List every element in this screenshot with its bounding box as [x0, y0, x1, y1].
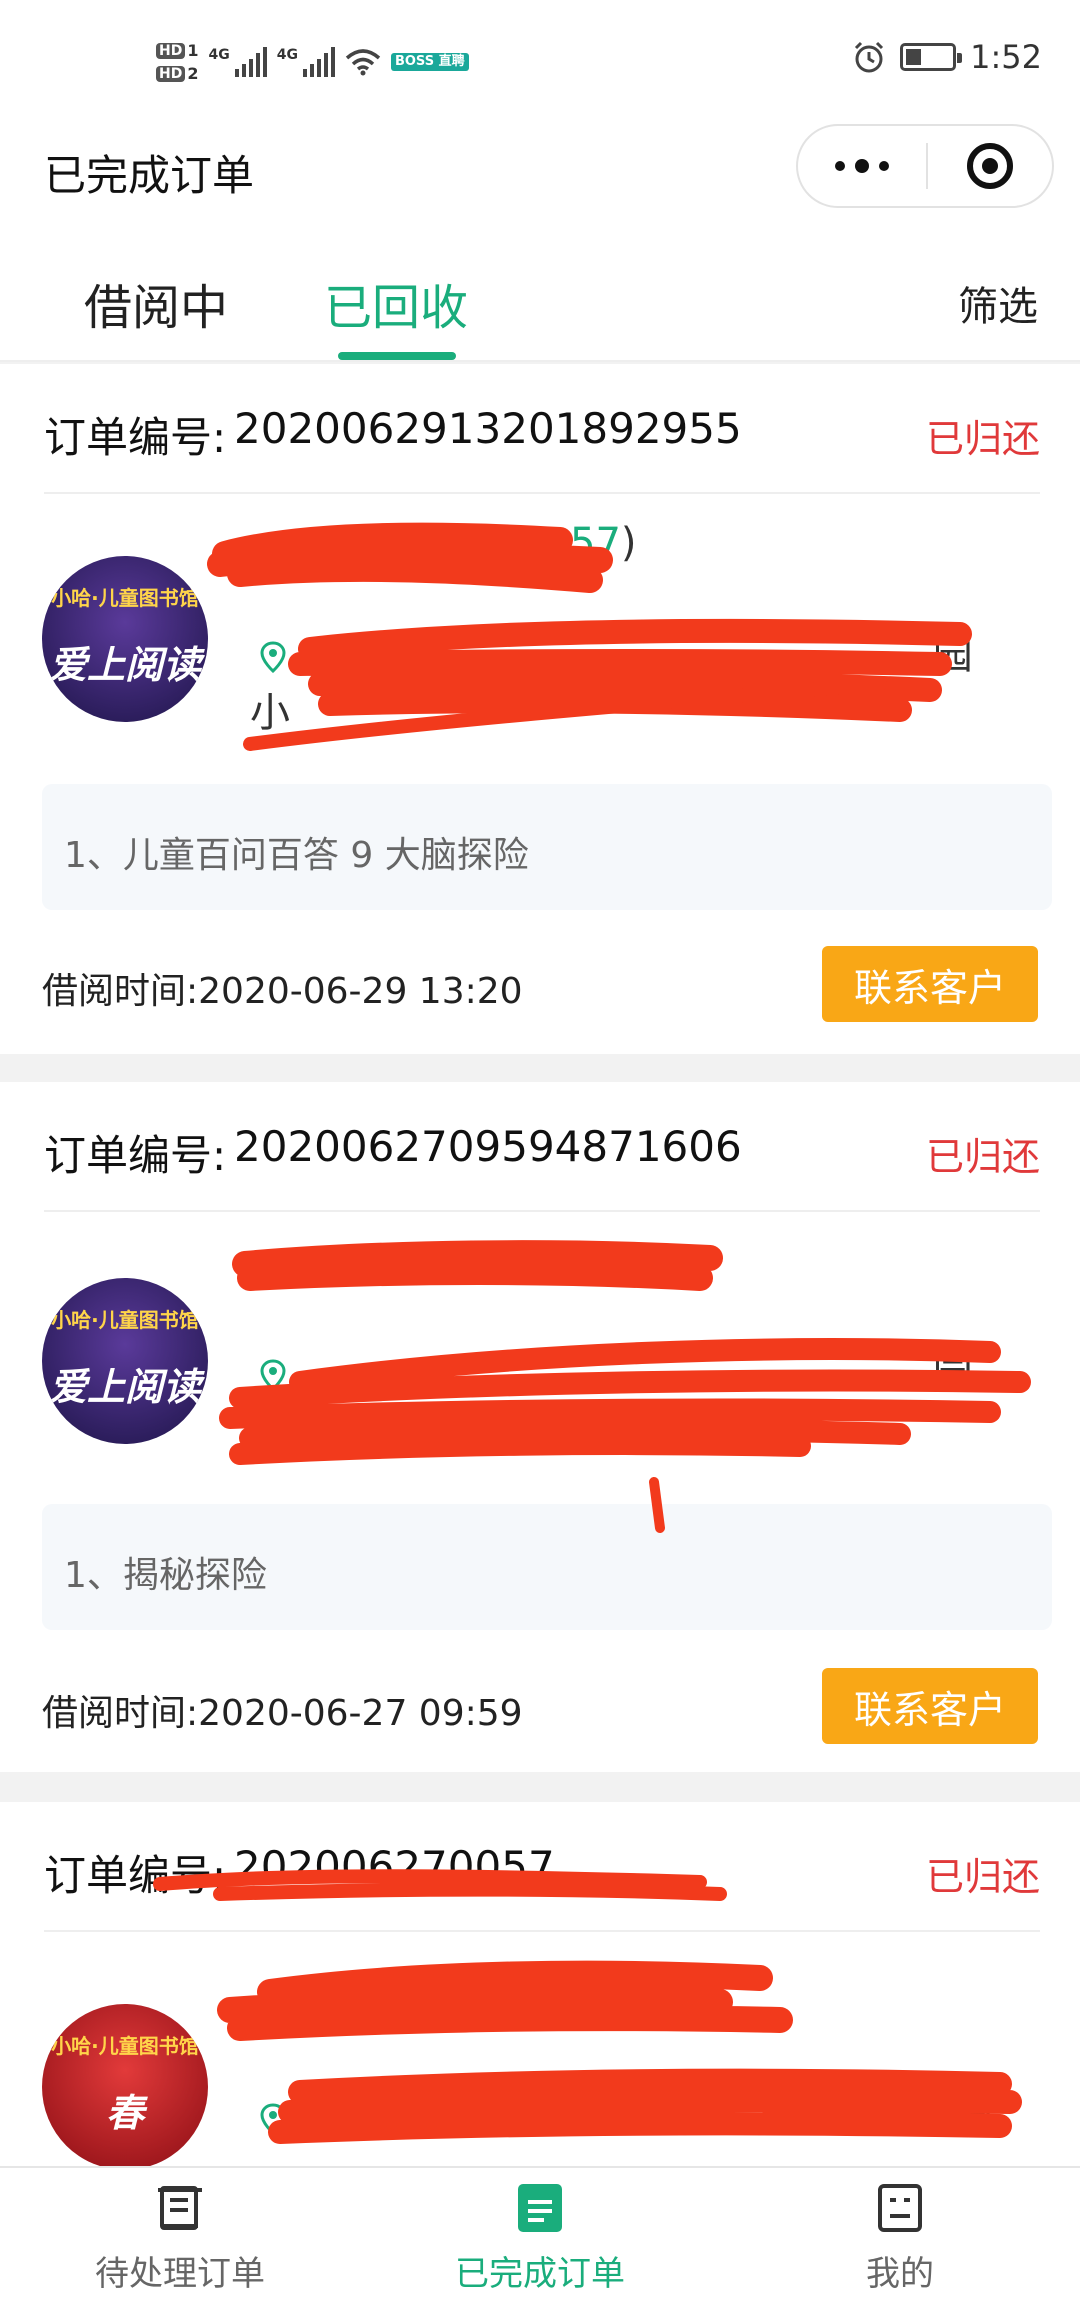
- order-card: 订单编号: 2020062913201892955 已归还 小哈·儿童图书馆 爱…: [0, 364, 1080, 1054]
- bottom-nav: 待处理订单 已完成订单 我的: [0, 2166, 1080, 2310]
- nav-profile[interactable]: 我的: [770, 2178, 1030, 2295]
- contact-customer-button[interactable]: 联系客户: [822, 1668, 1038, 1744]
- order-number: 2020062709594871606: [234, 1122, 742, 1171]
- tab-recycled[interactable]: 已回收: [324, 268, 468, 338]
- order-number-label: 订单编号:: [44, 1851, 227, 1900]
- avatar: 小哈·儿童图书馆 春: [42, 2004, 208, 2170]
- status-bar: HD 1 HD 2 4G 4G BOSS 直聘 1:52: [0, 0, 1080, 120]
- alarm-icon: [855, 41, 884, 73]
- hd-indicators: HD 1 HD 2: [156, 41, 198, 83]
- miniprogram-capsule: [796, 124, 1054, 208]
- customer-address: 园 小: [250, 632, 973, 736]
- customer-name: 王: [250, 1998, 290, 2044]
- close-target-icon: [967, 143, 1013, 189]
- book-list: 1、儿童百问百答 9 大脑探险: [42, 784, 1052, 910]
- order-number: 2020062913201892955: [234, 404, 742, 453]
- tab-borrowing[interactable]: 借阅中: [84, 268, 228, 338]
- status-label: 已归还: [925, 417, 1040, 461]
- book-list: 1、揭秘探险: [42, 1504, 1052, 1630]
- nav-label: 待处理订单: [95, 2254, 265, 2294]
- battery-icon: [900, 43, 963, 71]
- scroll-icon: [158, 2186, 202, 2230]
- avatar-label: 爱上阅读: [48, 1365, 201, 1409]
- avatar-brand-text: 小哈·儿童图书馆: [51, 2034, 199, 2058]
- status-label: 已归还: [925, 1135, 1040, 1179]
- location-pin-icon: [260, 2103, 286, 2136]
- order-card: 订单编号: 202006270057 已归还 小哈·儿童图书馆 春 王 幼儿园: [0, 1802, 1080, 2170]
- document-icon: [518, 2184, 562, 2232]
- nav-label: 我的: [866, 2254, 934, 2294]
- clock: 1:52: [970, 38, 1042, 76]
- order-number-label: 订单编号:: [44, 1131, 227, 1180]
- customer-name: ): [650, 1238, 666, 1284]
- nav-completed-orders[interactable]: 已完成订单: [410, 2178, 670, 2295]
- book-item: 1、揭秘探险: [64, 1555, 267, 1596]
- borrow-time: 借阅时间:2020-06-29 13:20: [42, 971, 523, 1012]
- signal-icon-2: 4G: [277, 47, 335, 77]
- order-card: 订单编号: 2020062709594871606 已归还 小哈·儿童图书馆 爱…: [0, 1082, 1080, 1772]
- book-item: 1、儿童百问百答 9 大脑探险: [64, 835, 529, 876]
- avatar-brand-text: 小哈·儿童图书馆: [51, 586, 199, 610]
- filter-button[interactable]: 筛选: [958, 274, 1038, 332]
- signal-icon: 4G: [208, 47, 267, 77]
- more-dot: [835, 161, 845, 171]
- contact-customer-button[interactable]: 联系客户: [822, 946, 1038, 1022]
- avatar-label: 爱上阅读: [48, 643, 201, 687]
- order-header: 订单编号: 202006270057 已归还: [44, 1802, 1040, 1932]
- location-pin-icon: [260, 1359, 286, 1392]
- nav-pending-orders[interactable]: 待处理订单: [50, 2178, 310, 2295]
- order-number: 202006270057: [234, 1842, 555, 1891]
- status-label: 已归还: [925, 1855, 1040, 1899]
- close-button[interactable]: [928, 126, 1052, 206]
- avatar: 小哈·儿童图书馆 爱上阅读: [42, 1278, 208, 1444]
- customer-name: 57): [570, 520, 637, 566]
- location-pin-icon: [260, 641, 286, 674]
- order-header: 订单编号: 2020062709594871606 已归还: [44, 1082, 1040, 1212]
- title-bar: 已完成订单: [0, 120, 1080, 220]
- tabs-bar: 借阅中 已回收 筛选: [0, 220, 1080, 362]
- boss-badge: BOSS 直聘: [390, 53, 469, 71]
- order-number-label: 订单编号:: [44, 413, 227, 462]
- borrow-time: 借阅时间:2020-06-27 09:59: [42, 1693, 523, 1734]
- profile-icon: [878, 2184, 922, 2232]
- customer-address: 幼儿园: [256, 2088, 1040, 2146]
- customer-address: 园: [256, 1344, 1040, 1402]
- wifi-icon: [345, 49, 381, 76]
- hd2-indicator: HD 2: [156, 64, 198, 83]
- avatar: 小哈·儿童图书馆 爱上阅读: [42, 556, 208, 722]
- more-dot: [879, 161, 889, 171]
- active-tab-indicator: [338, 352, 456, 360]
- more-dot: [855, 159, 869, 173]
- more-button[interactable]: [798, 126, 926, 206]
- avatar-label: 春: [105, 2091, 144, 2135]
- order-header: 订单编号: 2020062913201892955 已归还: [44, 364, 1040, 494]
- status-right: 1:52: [852, 38, 1042, 76]
- nav-label: 已完成订单: [455, 2254, 625, 2294]
- status-left: HD 1 HD 2 4G 4G BOSS 直聘: [156, 30, 469, 94]
- hd1-indicator: HD 1: [156, 41, 198, 60]
- avatar-brand-text: 小哈·儿童图书馆: [51, 1308, 199, 1332]
- page-title: 已完成订单: [44, 151, 255, 200]
